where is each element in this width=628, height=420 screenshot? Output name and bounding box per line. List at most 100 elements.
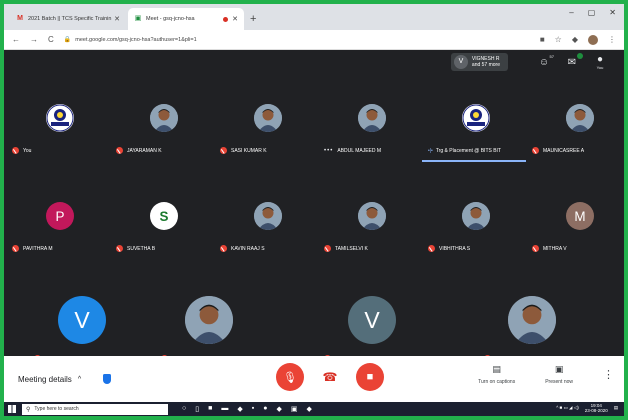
participant-tile[interactable]: MAUNICASREE A	[530, 98, 628, 154]
present-now-button[interactable]: ▣ Present now	[545, 364, 573, 385]
participant-photo	[566, 104, 594, 132]
participant-name: Trg & Placement @ BITS BIT	[435, 148, 501, 154]
letter-avatar: V	[58, 296, 106, 344]
participant-photo	[358, 202, 386, 230]
clock-date: 23-08-2020	[584, 408, 608, 413]
app-icon[interactable]: ◆	[276, 405, 281, 413]
participant-name: JAYARAMAN K	[127, 147, 162, 154]
lock-icon: 🔒	[63, 37, 72, 43]
meeting-details-button[interactable]: Meeting details ^	[18, 375, 81, 384]
mail-icon[interactable]: ▪	[252, 405, 254, 413]
close-window-button[interactable]: ✕	[609, 8, 616, 17]
participant-tile[interactable]: VVAISHALI B	[32, 290, 132, 362]
url-field[interactable]: 🔒 meet.google.com/gsq-jcno-hsa?authuser=…	[63, 36, 540, 44]
participant-name-row: SUVETHA B	[116, 245, 155, 252]
more-options-icon[interactable]: ⋮	[603, 368, 614, 381]
mic-muted-icon	[116, 147, 123, 154]
search-icon: ⚲	[26, 406, 31, 413]
notification-badge	[577, 52, 583, 59]
app-icon[interactable]: ◆	[306, 405, 311, 413]
participant-tile[interactable]: SASI KUMAR K	[218, 98, 318, 154]
participant-name: You	[23, 147, 32, 154]
shield-icon[interactable]	[103, 374, 112, 384]
participant-name-row: SASI KUMAR K	[220, 147, 267, 154]
hang-up-button[interactable]: ☎	[316, 363, 344, 391]
self-view-label: You	[596, 65, 604, 70]
camera-off-icon: ■	[366, 371, 374, 383]
participant-tile[interactable]: JAYARAMAN K	[114, 98, 214, 154]
taskbar-search[interactable]: ⚲ Type here to search	[22, 403, 168, 415]
new-tab-button[interactable]: +	[250, 8, 256, 30]
presenter-chip[interactable]: V VIGNESH R and 57 more	[450, 53, 508, 71]
participant-name: ABDUL MAJEED M	[337, 148, 382, 154]
chat-icon[interactable]: ✉	[558, 52, 586, 68]
participant-tile[interactable]: PREM KUMAR M	[159, 290, 259, 362]
extension-icon[interactable]: ◆	[572, 35, 578, 44]
back-icon[interactable]: ←	[12, 35, 20, 44]
tray-icons[interactable]: ^ ■ ▭ ◢ ◁)	[556, 405, 579, 411]
task-view-icon[interactable]: ▯	[195, 405, 199, 413]
participant-name-row: ••• ABDUL MAJEED M	[324, 148, 381, 154]
present-label: Present now	[545, 379, 573, 385]
participant-tile[interactable]: •|• Trg & Placement @ BITS BIT	[422, 98, 526, 162]
participant-name-row: JAYARAMAN K	[116, 147, 162, 154]
browser-tab-strip: M 2021 Batch || TCS Specific Trainin ✕ ▣…	[4, 4, 624, 30]
mic-muted-icon	[532, 245, 539, 252]
windows-start-icon[interactable]	[8, 405, 16, 413]
participant-tile[interactable]: VVIGNESH KUMAR S	[322, 290, 422, 362]
notification-icon[interactable]: ▤	[614, 405, 618, 411]
mic-off-button[interactable]: 🎙	[276, 363, 304, 391]
camera-icon[interactable]: ■	[540, 35, 545, 44]
present-icon: ▣	[554, 364, 564, 374]
chrome-icon[interactable]: ●	[263, 405, 267, 413]
profile-avatar[interactable]	[588, 34, 598, 45]
participant-tile[interactable]: SRI SAKTHI K L	[482, 290, 582, 362]
participant-photo	[358, 104, 386, 132]
participant-tile[interactable]: ••• ABDUL MAJEED M	[322, 98, 422, 154]
people-icon[interactable]: ☺ 57	[530, 54, 558, 68]
maximize-button[interactable]: ▢	[588, 8, 596, 17]
captions-button[interactable]: ▤ Turn on captions	[478, 364, 515, 385]
file-explorer-icon[interactable]: ▬	[221, 405, 228, 413]
presenter-subtitle: and 57 more	[471, 62, 500, 68]
participant-tile[interactable]: VIBHITHRA S	[426, 196, 526, 252]
participant-tile[interactable]: You	[10, 98, 110, 154]
participant-tile[interactable]: S SUVETHA B	[114, 196, 214, 252]
windows-taskbar: ⚲ Type here to search ○ ▯ ■ ▬ ◆ ▪ ● ◆ ▣ …	[4, 402, 624, 416]
store-icon[interactable]: ◆	[237, 405, 242, 413]
app-icon[interactable]: ▣	[291, 405, 298, 413]
camera-off-button[interactable]: ■	[356, 363, 384, 391]
star-icon[interactable]: ☆	[555, 35, 562, 44]
meeting-grid: V VIGNESH R and 57 more ☺ 57 ✉ ● You You JA…	[4, 50, 624, 362]
participant-tile[interactable]: KAVIN RAAJ S	[218, 196, 318, 252]
college-logo-icon	[462, 104, 490, 132]
clock[interactable]: 19:04 23-08-2020	[585, 403, 608, 413]
more-options-icon[interactable]: •••	[324, 148, 333, 154]
reload-icon[interactable]: C	[48, 35, 54, 44]
participant-tile[interactable]: M MITHRA V	[530, 196, 628, 252]
close-icon[interactable]: ✕	[114, 15, 120, 23]
menu-icon[interactable]: ⋮	[608, 35, 616, 44]
forward-icon[interactable]: →	[30, 35, 38, 44]
cortana-icon[interactable]: ○	[182, 405, 186, 413]
participant-photo	[462, 202, 490, 230]
tab-meet[interactable]: ▣ Meet - gsq-jcno-hsa ✕	[128, 8, 244, 30]
participant-photo	[185, 296, 233, 344]
close-icon[interactable]: ✕	[232, 15, 238, 23]
participant-name-row: MAUNICASREE A	[532, 147, 584, 154]
mic-muted-icon	[324, 245, 331, 252]
presenter-avatar: V	[453, 55, 468, 69]
mic-off-icon: 🎙	[283, 371, 297, 384]
mic-muted-icon	[116, 245, 123, 252]
chevron-up-icon: ^	[77, 375, 82, 383]
tab-gmail[interactable]: M 2021 Batch || TCS Specific Trainin ✕	[10, 8, 126, 30]
participant-tile[interactable]: P PAVITHRA M	[10, 196, 110, 252]
mic-muted-icon	[220, 245, 227, 252]
minimize-button[interactable]: –	[569, 8, 573, 17]
letter-avatar: S	[150, 202, 178, 230]
participant-tile[interactable]: TAMILSELVI K	[322, 196, 422, 252]
mic-muted-icon	[12, 245, 19, 252]
app-icon[interactable]: ■	[208, 405, 212, 413]
self-view-icon[interactable]: ● You	[586, 54, 614, 70]
active-speaker-indicator	[422, 160, 526, 162]
